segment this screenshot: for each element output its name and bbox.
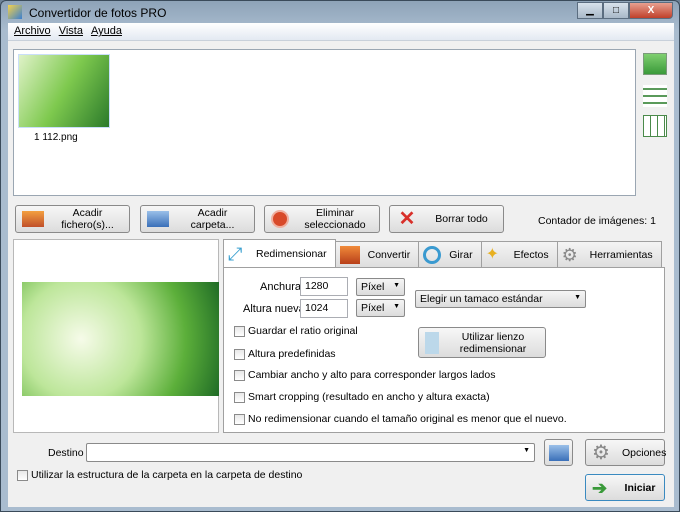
options-button[interactable]: ⚙ Opciones bbox=[585, 439, 666, 466]
canvas-icon bbox=[425, 331, 439, 354]
clear-all-button[interactable]: ✕ Borrar todo bbox=[389, 205, 504, 233]
remove-selected-button[interactable]: Eliminar seleccionado bbox=[264, 205, 380, 233]
height-input[interactable]: 1024 bbox=[300, 299, 348, 318]
tab-girar[interactable]: Girar bbox=[418, 241, 482, 267]
height-label: Altura nueva bbox=[243, 303, 305, 315]
width-label: Anchura bbox=[260, 281, 301, 293]
file-name: 1 112.png bbox=[34, 132, 78, 143]
remove-icon bbox=[271, 210, 289, 228]
swap-long-sides-checkbox[interactable]: Cambiar ancho y alto para corresponder l… bbox=[234, 369, 495, 381]
smart-cropping-checkbox[interactable]: Smart cropping (resultado en ancho y alt… bbox=[234, 391, 490, 403]
magic-wand-icon: ✦ bbox=[485, 245, 499, 263]
tab-convertir[interactable]: Convertir bbox=[334, 241, 420, 267]
arrow-right-icon: ➔ bbox=[592, 477, 608, 498]
predefined-height-checkbox[interactable]: Altura predefinidas bbox=[234, 348, 336, 360]
file-thumbnail[interactable] bbox=[18, 54, 110, 128]
thumbnail-view-icon[interactable] bbox=[643, 53, 667, 75]
rotate-icon bbox=[423, 245, 442, 264]
file-list[interactable]: 1 112.png bbox=[13, 49, 636, 196]
table-view-icon[interactable] bbox=[643, 115, 667, 137]
folder-icon bbox=[548, 444, 569, 461]
resize-panel: Anchura 1280 Píxel Altura nueva 1024 Píx… bbox=[223, 267, 665, 433]
image-counter: Contador de imágenes: 1 bbox=[538, 215, 656, 227]
canvas-resize-button[interactable]: Utilizar lienzo redimensionar bbox=[418, 327, 546, 358]
menu-bar: Archivo Vista Ayuda bbox=[8, 23, 674, 41]
gear-icon: ⚙ bbox=[561, 244, 578, 265]
folder-structure-checkbox[interactable]: Utilizar la estructura de la carpeta en … bbox=[17, 469, 302, 481]
close-button[interactable]: X bbox=[629, 2, 673, 19]
width-input[interactable]: 1280 bbox=[300, 277, 348, 296]
keep-ratio-checkbox[interactable]: Guardar el ratio original bbox=[234, 325, 358, 337]
gear-icon: ⚙ bbox=[592, 441, 610, 464]
add-file-button[interactable]: Acadir fichero(s)... bbox=[15, 205, 130, 233]
no-upscale-checkbox[interactable]: No redimensionar cuando el tamaño origin… bbox=[234, 413, 567, 425]
tab-herramientas[interactable]: ⚙ Herramientas bbox=[556, 241, 662, 267]
tab-redimensionar[interactable]: ⤢ Redimensionar bbox=[223, 239, 336, 267]
standard-size-select[interactable]: Elegir un tamaco estándar bbox=[415, 290, 586, 308]
height-unit-select[interactable]: Píxel bbox=[356, 299, 405, 317]
x-icon: ✕ bbox=[398, 208, 416, 230]
destination-select[interactable] bbox=[86, 443, 535, 462]
browse-folder-button[interactable] bbox=[544, 439, 573, 466]
resize-arrows-icon: ⤢ bbox=[228, 243, 243, 264]
maximize-button[interactable]: □ bbox=[603, 2, 629, 19]
menu-vista[interactable]: Vista bbox=[57, 23, 89, 40]
image-icon bbox=[22, 211, 44, 227]
app-window: Convertidor de fotos PRO ▁ □ X Archivo V… bbox=[0, 0, 680, 512]
start-button[interactable]: ➔ Iniciar bbox=[585, 474, 665, 501]
add-folder-button[interactable]: Acadir carpeta... bbox=[140, 205, 255, 233]
tab-efectos[interactable]: ✦ Efectos bbox=[480, 241, 558, 267]
destination-label: Destino bbox=[48, 447, 84, 459]
minimize-button[interactable]: ▁ bbox=[577, 2, 603, 19]
convert-icon bbox=[339, 245, 360, 264]
menu-ayuda[interactable]: Ayuda bbox=[89, 23, 128, 40]
image-preview bbox=[13, 239, 219, 433]
app-icon bbox=[8, 5, 22, 19]
list-view-icon[interactable] bbox=[643, 85, 667, 107]
menu-archivo[interactable]: Archivo bbox=[12, 23, 57, 40]
width-unit-select[interactable]: Píxel bbox=[356, 278, 405, 296]
window-title: Convertidor de fotos PRO bbox=[29, 6, 167, 20]
folder-icon bbox=[147, 211, 169, 227]
preview-image bbox=[22, 282, 219, 396]
